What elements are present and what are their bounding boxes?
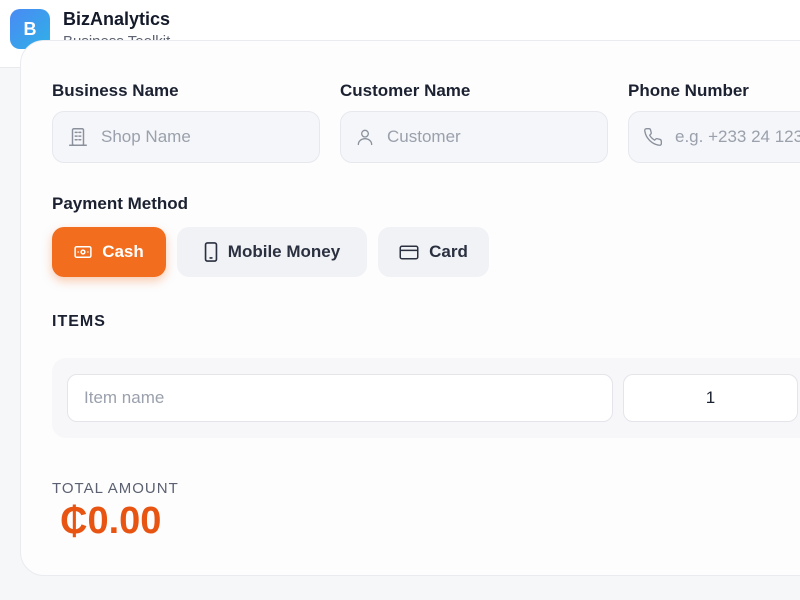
phone-number-field[interactable] [628, 111, 800, 163]
payment-mobile-money-label: Mobile Money [227, 242, 341, 261]
customer-name-label: Customer Name [340, 81, 471, 100]
items-section-title: ITEMS [52, 313, 106, 330]
phone-number-label: Phone Number [628, 81, 749, 100]
user-icon [357, 129, 373, 146]
payment-mobile-money-button[interactable]: Mobile Money [177, 227, 367, 277]
payment-cash-label: Cash [102, 242, 144, 261]
customer-name-field[interactable] [340, 111, 608, 163]
cash-icon [74, 246, 92, 258]
business-name-field[interactable] [52, 111, 320, 163]
phone-icon [644, 127, 663, 146]
total-amount-label: TOTAL AMOUNT [52, 480, 179, 497]
item-quantity-input[interactable] [623, 374, 798, 422]
total-amount-value: ₵0.00 [60, 500, 162, 542]
phone-number-input[interactable] [675, 127, 800, 147]
business-name-input[interactable] [101, 127, 301, 147]
payment-method-label: Payment Method [52, 194, 189, 213]
card-icon [399, 245, 419, 259]
item-name-input[interactable] [67, 374, 613, 422]
mobile-icon [204, 242, 218, 262]
payment-cash-button[interactable]: Cash [52, 227, 166, 277]
business-name-label: Business Name [52, 81, 179, 100]
payment-card-button[interactable]: Card [378, 227, 489, 277]
app-title: BizAnalytics [63, 9, 171, 29]
building-icon [69, 128, 87, 146]
customer-name-input[interactable] [387, 127, 587, 147]
payment-card-label: Card [429, 242, 468, 261]
